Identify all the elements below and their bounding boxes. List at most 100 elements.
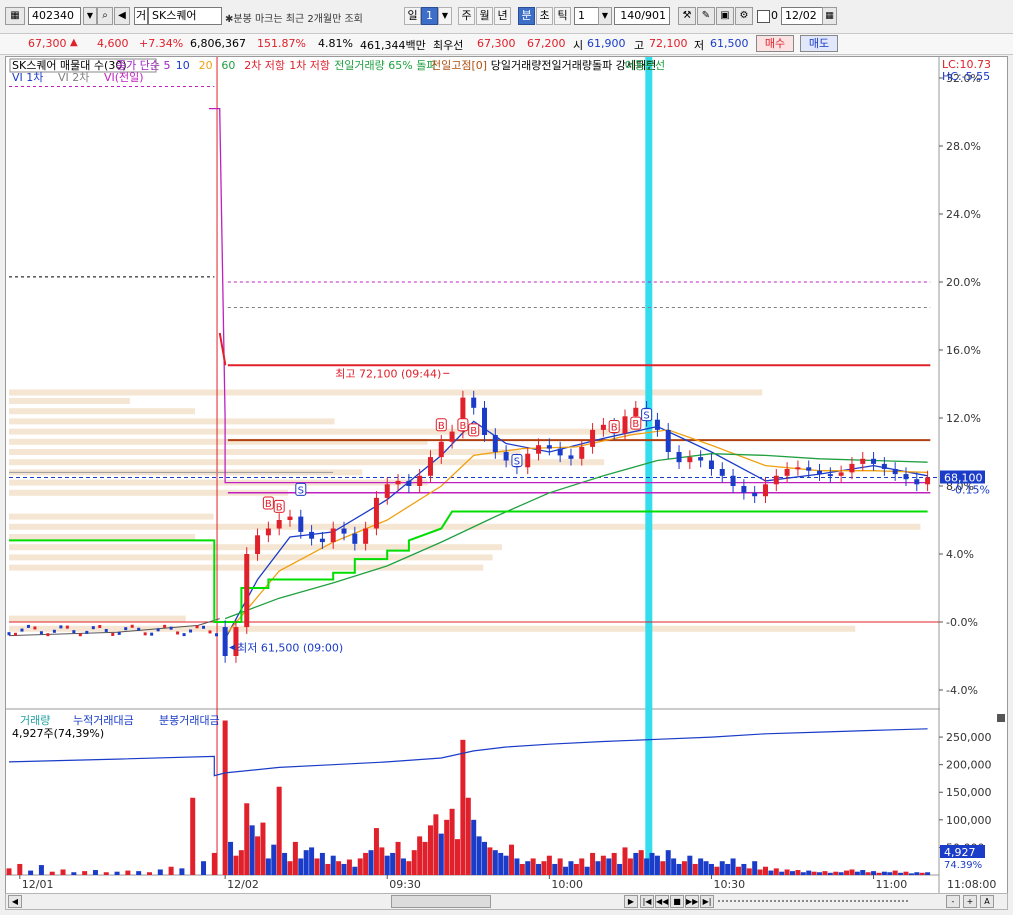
rewind-icon[interactable]: ◀◀	[655, 895, 669, 908]
volume-bar	[292, 841, 298, 875]
scroll-thumb[interactable]	[391, 895, 491, 908]
volume-bar	[903, 871, 909, 875]
scroll-left-icon[interactable]: ◀	[8, 895, 22, 908]
prev-day-candle	[130, 624, 134, 628]
chart-svg[interactable]: 32.0%28.0%24.0%20.0%16.0%12.0%8.0%4.0%-0…	[6, 57, 1007, 893]
price-tick-label: 24.0%	[946, 208, 981, 221]
save-icon[interactable]: ▣	[716, 7, 734, 25]
price-legend-item: 이동분선	[625, 59, 665, 72]
volume-bar	[319, 852, 325, 875]
period-dropdown-icon[interactable]: ▼	[438, 7, 452, 25]
candle-body	[352, 533, 358, 544]
quote-change: 4,600	[97, 37, 129, 50]
market-label: 거	[134, 7, 148, 25]
volume-bar	[433, 814, 439, 875]
calendar-icon[interactable]: ▦	[822, 7, 837, 25]
chart-area[interactable]: 32.0% 28.0% 24.0% 20.0% 16.0% 12.0% 8.0% 4.0% -0…	[5, 56, 1008, 894]
volume-tick-label: 100,000	[946, 814, 992, 827]
checkbox[interactable]	[757, 10, 770, 23]
volume-bar	[714, 866, 720, 875]
period-day[interactable]: 일	[404, 7, 421, 25]
period-day-count[interactable]: 1	[421, 7, 438, 25]
volume-bar	[844, 870, 850, 875]
tools-icon[interactable]: ⚒	[678, 7, 696, 25]
candle-body	[600, 424, 606, 430]
candle-body	[827, 474, 833, 477]
volume-bar	[6, 868, 12, 875]
low-label: 저	[694, 39, 705, 52]
volume-bar	[233, 855, 239, 875]
buy-button[interactable]: 매수	[756, 35, 794, 52]
volume-bar	[768, 870, 774, 875]
volume-bar	[698, 858, 704, 875]
volume-bar	[422, 841, 428, 875]
quote-price: 67,300	[28, 37, 67, 50]
volume-bar	[660, 861, 666, 875]
scroll-right-icon[interactable]: ▶	[624, 895, 638, 908]
ma-line-60	[224, 453, 928, 620]
period-month[interactable]: 월	[476, 7, 493, 25]
volume-bar	[28, 870, 34, 875]
volume-bar	[762, 866, 768, 875]
volume-bar	[665, 850, 671, 875]
candle-body	[276, 520, 282, 529]
volume-legend-item: 거래량	[20, 714, 50, 727]
high-label: 고	[634, 39, 645, 52]
zoom-in-icon[interactable]: +	[963, 895, 977, 908]
period-minute[interactable]: 분	[518, 7, 535, 25]
period-second[interactable]: 초	[536, 7, 553, 25]
volume-bar	[595, 861, 601, 875]
price-legend-item: 60	[221, 59, 235, 72]
signal-label: S	[514, 457, 520, 468]
prev-day-candle	[13, 632, 17, 636]
first-icon[interactable]: |◀	[640, 895, 654, 908]
notice-label: 분봉 마크는 최근 2개월만 조회	[233, 14, 363, 25]
volume-profile-bar	[9, 418, 335, 425]
volume-bar	[325, 863, 331, 875]
last-icon[interactable]: ▶|	[700, 895, 714, 908]
stock-name[interactable]: SK스퀘어	[148, 7, 222, 25]
grid-icon[interactable]: ▦	[5, 7, 25, 25]
price-tick-label: 20.0%	[946, 276, 981, 289]
settings-icon[interactable]: ⚙	[735, 7, 753, 25]
prev-day-candle	[20, 628, 24, 632]
volume-bar	[681, 861, 687, 875]
volume-bar	[190, 797, 196, 875]
interval-dropdown-icon[interactable]: ▼	[598, 7, 612, 25]
price-tick-label: 16.0%	[946, 344, 981, 357]
period-tick[interactable]: 틱	[554, 7, 571, 25]
stop-icon[interactable]: ■	[670, 895, 684, 908]
volume-bar	[114, 871, 120, 875]
search-icon[interactable]: ⌕	[97, 7, 113, 25]
prev-day-candle	[124, 627, 128, 631]
volume-bar	[38, 865, 44, 875]
candle-body	[568, 455, 574, 459]
prev-next-icon[interactable]: ◀	[114, 7, 130, 25]
volume-bar	[201, 861, 207, 875]
candle-body	[395, 480, 401, 485]
low-arrow-icon	[229, 644, 236, 651]
period-year[interactable]: 년	[494, 7, 511, 25]
volume-bar	[168, 866, 174, 875]
candle-body	[752, 492, 758, 497]
volume-bar	[368, 850, 374, 875]
time-scrollbar[interactable]: ◀ ▶ |◀ ◀◀ ■ ▶▶ ▶| - + A	[5, 893, 1008, 910]
code-dropdown-icon[interactable]: ▼	[83, 7, 97, 25]
volume-bar	[563, 866, 569, 875]
forward-icon[interactable]: ▶▶	[685, 895, 699, 908]
volume-bar	[746, 868, 752, 875]
volume-bar	[336, 861, 342, 875]
zoom-out-icon[interactable]: -	[946, 895, 960, 908]
code-input[interactable]: 402340	[28, 7, 81, 25]
draw-icon[interactable]: ✎	[697, 7, 715, 25]
candle-body	[503, 452, 509, 461]
period-week[interactable]: 주	[458, 7, 475, 25]
sell-button[interactable]: 매도	[800, 35, 838, 52]
auto-scale-icon[interactable]: A	[980, 895, 994, 908]
volume-bar	[800, 872, 806, 875]
volume-bar	[827, 872, 833, 875]
zoom-track[interactable]	[718, 900, 908, 902]
signal-label: B	[459, 421, 466, 432]
count-input[interactable]: 140/901	[614, 7, 670, 25]
volume-current-label: 4,927	[944, 846, 976, 859]
